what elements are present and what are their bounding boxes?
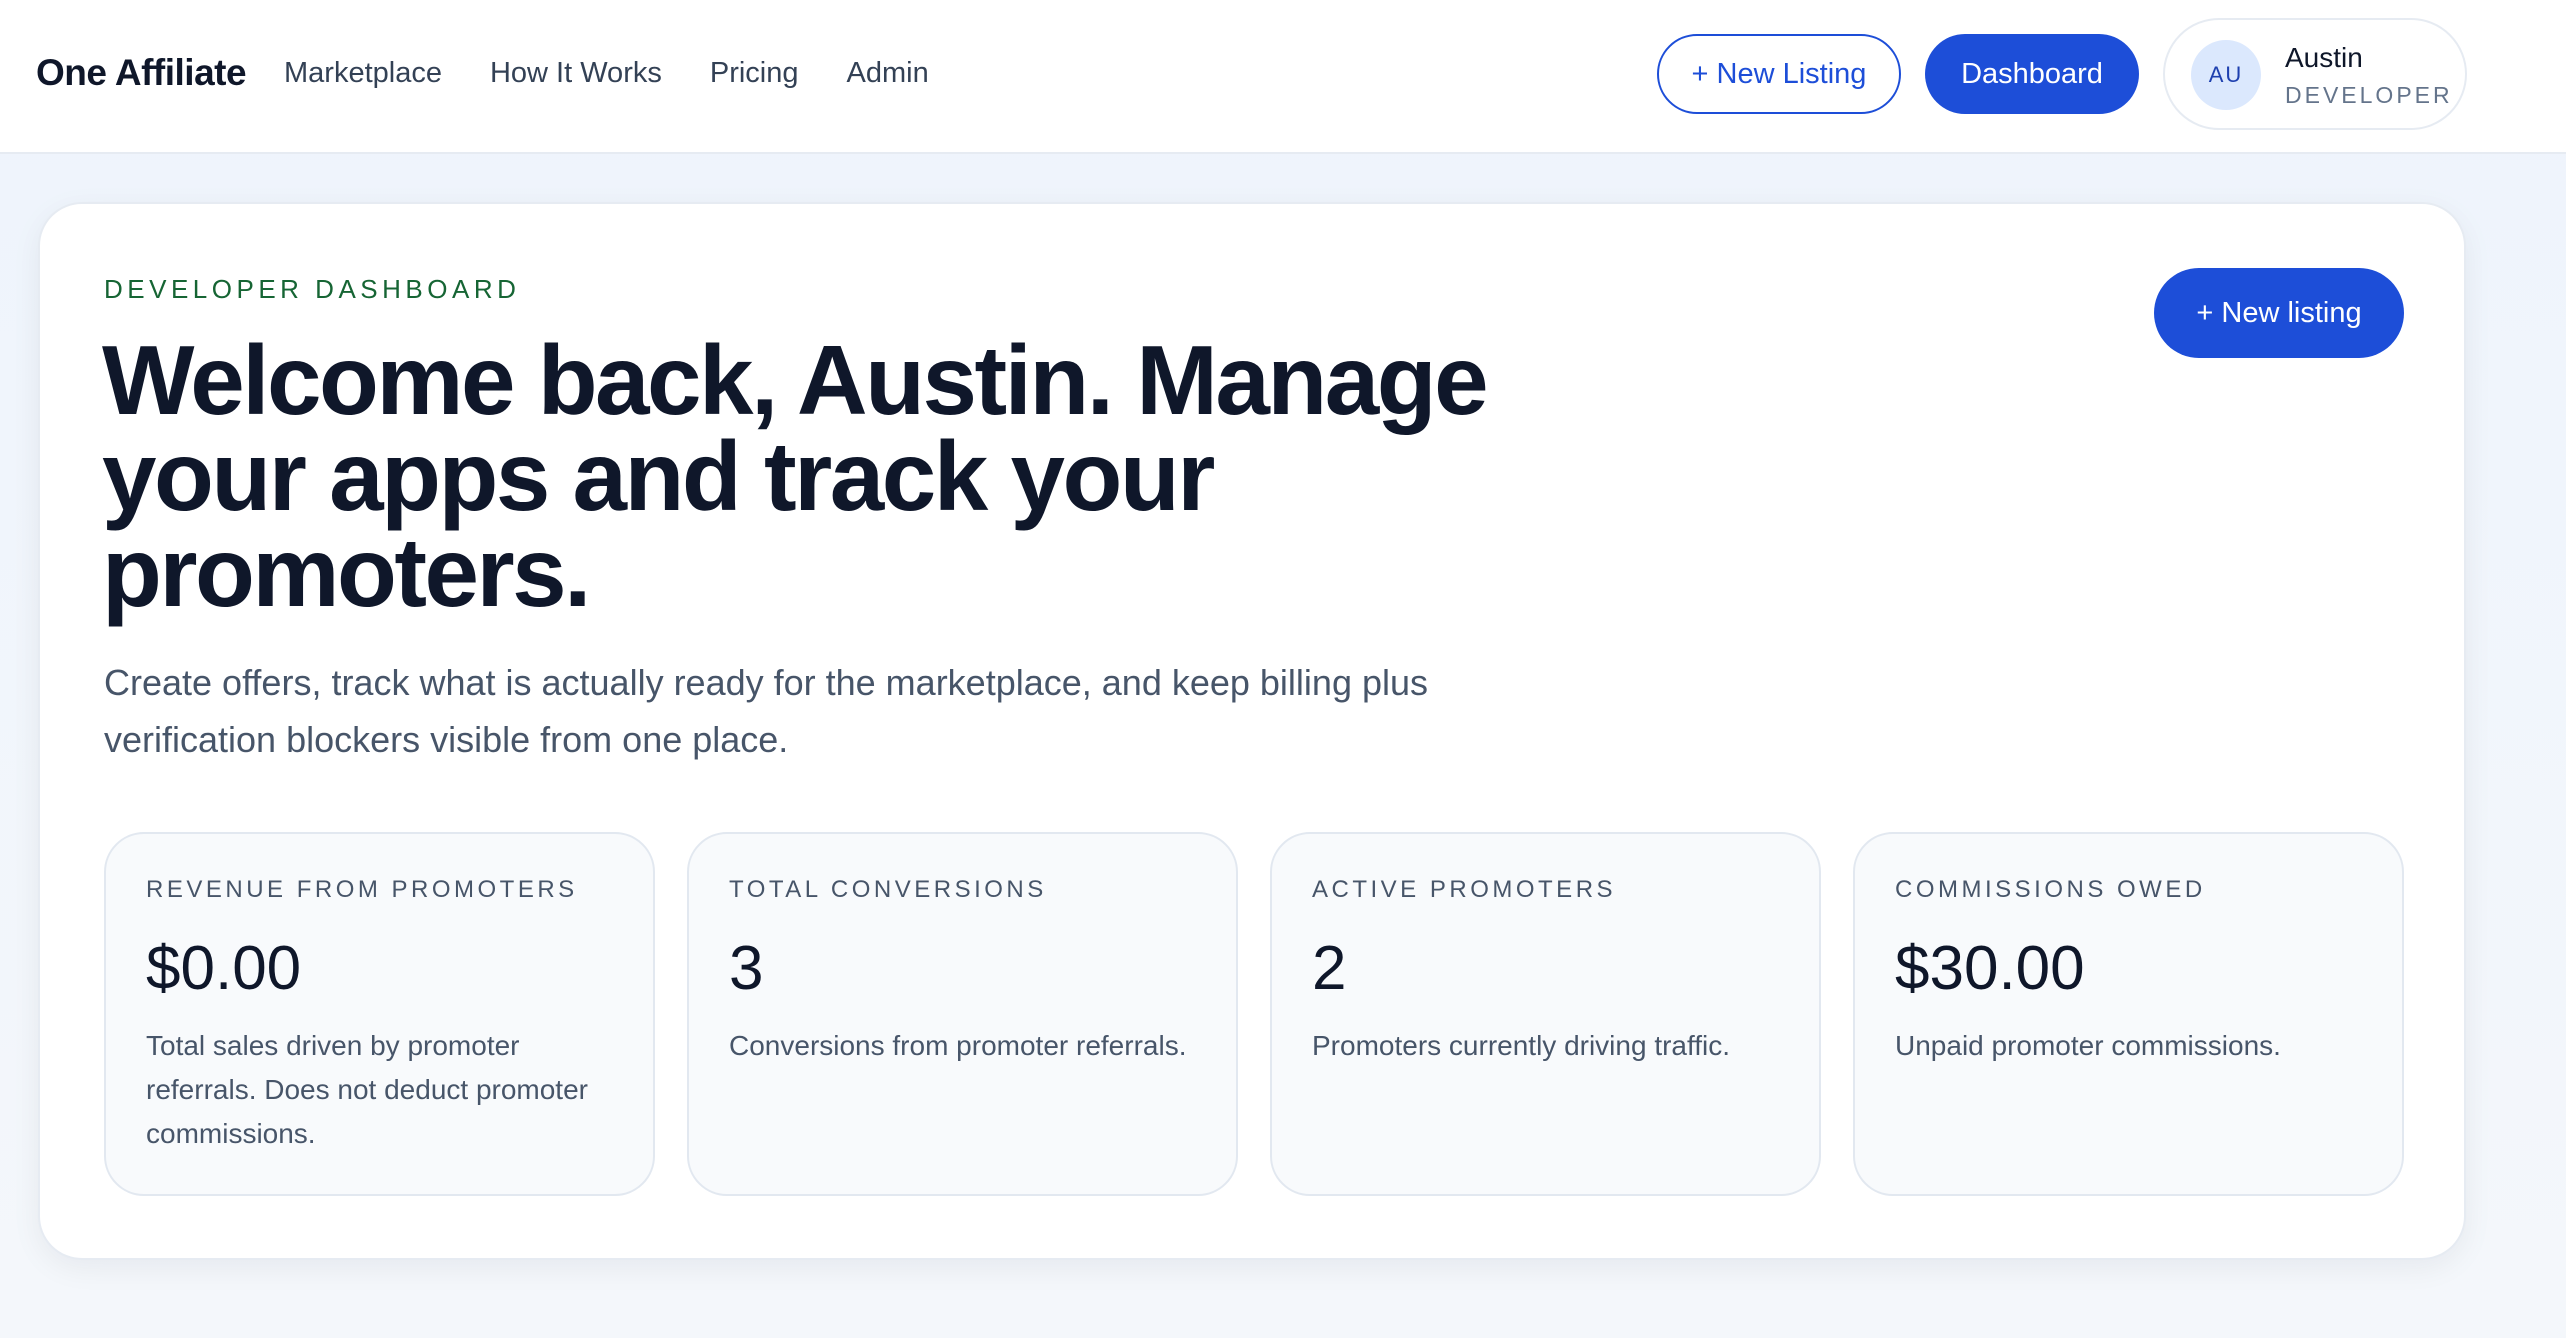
stat-label: ACTIVE PROMOTERS bbox=[1312, 876, 1617, 903]
stat-description: Unpaid promoter commissions. bbox=[1895, 1030, 2281, 1061]
stat-value: 3 bbox=[729, 934, 764, 1003]
stat-label: REVENUE FROM PROMOTERS bbox=[146, 876, 578, 903]
stat-value: $30.00 bbox=[1895, 934, 2085, 1003]
stat-card-commissions-owed: COMMISSIONS OWED $30.00 Unpaid promoter … bbox=[1853, 832, 2404, 1196]
brand-logo[interactable]: One Affiliate bbox=[36, 52, 247, 94]
new-listing-header-button[interactable]: + New Listing bbox=[1657, 34, 1901, 114]
dashboard-welcome-panel: DEVELOPER DASHBOARD Welcome back, Austin… bbox=[38, 202, 2466, 1260]
dashboard-button[interactable]: Dashboard bbox=[1925, 34, 2139, 114]
main-nav: Marketplace How It Works Pricing Admin bbox=[284, 57, 929, 90]
stat-label: TOTAL CONVERSIONS bbox=[729, 876, 1047, 903]
stat-card-conversions: TOTAL CONVERSIONS 3 Conversions from pro… bbox=[687, 832, 1238, 1196]
stat-description: Promoters currently driving traffic. bbox=[1312, 1030, 1731, 1061]
stats-grid: REVENUE FROM PROMOTERS $0.00 Total sales… bbox=[104, 832, 2404, 1196]
avatar: AU bbox=[2191, 40, 2261, 110]
nav-link-how-it-works[interactable]: How It Works bbox=[490, 57, 662, 90]
user-menu[interactable]: AU Austin DEVELOPER bbox=[2163, 18, 2467, 130]
nav-link-pricing[interactable]: Pricing bbox=[710, 57, 799, 90]
stat-description: Total sales driven by promoter referrals… bbox=[146, 1030, 588, 1149]
top-navigation-bar: One Affiliate Marketplace How It Works P… bbox=[0, 0, 2566, 154]
user-role: DEVELOPER bbox=[2285, 82, 2453, 108]
stat-description: Conversions from promoter referrals. bbox=[729, 1030, 1187, 1061]
stat-value: 2 bbox=[1312, 934, 1347, 1003]
stat-label: COMMISSIONS OWED bbox=[1895, 876, 2206, 903]
stat-card-revenue: REVENUE FROM PROMOTERS $0.00 Total sales… bbox=[104, 832, 655, 1196]
nav-link-marketplace[interactable]: Marketplace bbox=[284, 57, 442, 90]
page-subtitle: Create offers, track what is actually re… bbox=[104, 662, 1429, 760]
user-name: Austin bbox=[2285, 42, 2363, 73]
new-listing-button[interactable]: + New listing bbox=[2154, 268, 2404, 358]
stat-value: $0.00 bbox=[146, 934, 302, 1003]
page-title: Welcome back, Austin. Manage your apps a… bbox=[102, 325, 1489, 627]
nav-link-admin[interactable]: Admin bbox=[847, 57, 929, 90]
section-eyebrow: DEVELOPER DASHBOARD bbox=[104, 274, 521, 304]
stat-card-active-promoters: ACTIVE PROMOTERS 2 Promoters currently d… bbox=[1270, 832, 1821, 1196]
